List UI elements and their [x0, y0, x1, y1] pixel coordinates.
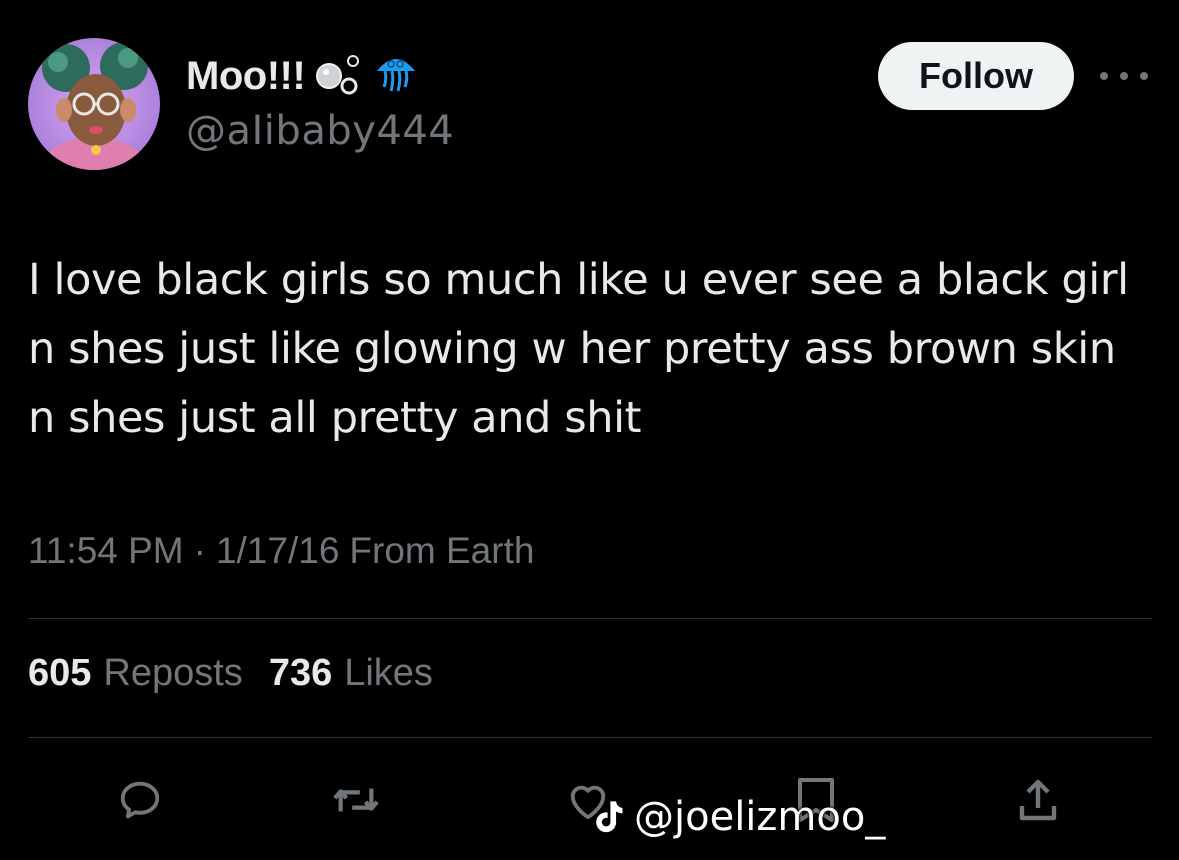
meta-separator: · [193, 530, 206, 571]
tweet-text: I love black girls so much like u ever s… [28, 255, 1129, 443]
display-name[interactable]: Moo!!! [186, 54, 306, 99]
dot [1120, 72, 1128, 80]
reposts-stat[interactable]: 605 Reposts [28, 652, 243, 695]
tweet-stats: 605 Reposts 736 Likes [28, 652, 459, 695]
user-handle[interactable]: @aIibaby444 [186, 108, 454, 154]
watermark-handle: @joelizmoo_ [634, 794, 886, 840]
dot [1140, 72, 1148, 80]
bubbles-icon [315, 52, 363, 101]
display-name-row[interactable]: Moo!!! [186, 52, 419, 100]
tweet-source: From Earth [349, 530, 535, 571]
more-options-icon[interactable] [1100, 64, 1148, 88]
repost-button[interactable] [326, 770, 386, 830]
divider [28, 737, 1152, 738]
tweet-meta: 11:54 PM · 1/17/16 From Earth [28, 530, 534, 572]
reply-button[interactable] [110, 770, 170, 830]
tweet-time[interactable]: 11:54 PM [28, 530, 184, 572]
reposts-count: 605 [28, 652, 92, 694]
follow-button[interactable]: Follow [878, 42, 1074, 110]
share-button[interactable] [1008, 770, 1068, 830]
tweet-page: Moo!!! @aIibaby444 Follow I love black g… [0, 0, 1179, 860]
dot [1100, 72, 1108, 80]
likes-label: Likes [344, 652, 433, 694]
avatar[interactable] [28, 38, 160, 170]
likes-stat[interactable]: 736 Likes [269, 652, 433, 695]
reply-icon [120, 781, 160, 819]
share-icon [1019, 779, 1057, 821]
divider [28, 618, 1152, 619]
jellyfish-icon [373, 51, 419, 102]
repost-icon [333, 788, 379, 812]
tweet-date[interactable]: 1/17/16 [216, 530, 339, 572]
watermark: @joelizmoo_ [592, 794, 885, 840]
likes-count: 736 [268, 652, 333, 694]
reposts-label: Reposts [103, 652, 243, 694]
tiktok-logo-icon [596, 801, 623, 833]
